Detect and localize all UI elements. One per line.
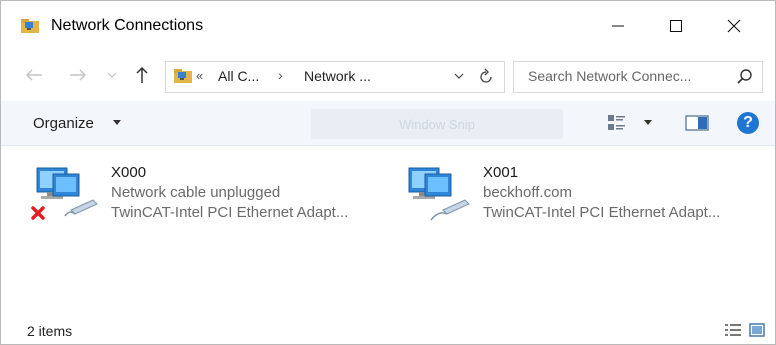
chevron-down-icon xyxy=(107,72,117,78)
back-button[interactable] xyxy=(23,61,45,89)
breadcrumb-overflow[interactable]: « xyxy=(196,68,203,83)
connection-adapter: TwinCAT-Intel PCI Ethernet Adapt... xyxy=(111,204,349,221)
recent-locations-button[interactable] xyxy=(105,61,119,89)
breadcrumb-network[interactable]: Network ... xyxy=(304,68,371,84)
connection-name: X000 xyxy=(111,164,147,181)
item-count: 2 items xyxy=(27,323,73,339)
title-bar[interactable]: Network Connections xyxy=(1,1,775,51)
network-folder-icon xyxy=(174,69,192,83)
network-adapter-disconnected-icon xyxy=(31,167,98,220)
refresh-icon xyxy=(480,68,492,83)
address-row: « All C... › Network ... Search Network … xyxy=(1,51,775,99)
address-bar[interactable]: « All C... › Network ... xyxy=(165,61,505,93)
network-adapter-icon xyxy=(408,167,470,221)
arrow-right-icon xyxy=(70,69,86,81)
search-icon[interactable] xyxy=(736,68,754,86)
address-dropdown-button[interactable] xyxy=(450,66,468,86)
status-bar: 2 items xyxy=(1,313,775,344)
caret-down-icon[interactable] xyxy=(112,120,122,126)
connection-status: beckhoff.com xyxy=(483,184,572,201)
connection-status: Network cable unplugged xyxy=(111,184,281,201)
minimize-icon xyxy=(612,25,624,27)
connection-item-x000[interactable]: X000 Network cable unplugged TwinCAT-Int… xyxy=(31,158,391,238)
connection-item-x001[interactable]: X001 beckhoff.com TwinCAT-Intel PCI Ethe… xyxy=(403,158,763,238)
change-view-icon[interactable] xyxy=(607,113,627,133)
help-icon[interactable]: ? xyxy=(737,112,759,134)
preview-pane-icon[interactable] xyxy=(685,115,709,131)
maximize-button[interactable] xyxy=(647,1,705,51)
window-snip-overlay: Window Snip xyxy=(311,109,563,139)
chevron-down-icon xyxy=(454,73,464,79)
refresh-button[interactable] xyxy=(476,66,496,86)
connections-list: X000 Network cable unplugged TwinCAT-Int… xyxy=(1,146,775,311)
arrow-left-icon xyxy=(26,69,42,81)
breadcrumb-all-control-panel[interactable]: All C... xyxy=(218,68,259,84)
search-box[interactable]: Search Network Connec... xyxy=(513,61,763,93)
minimize-button[interactable] xyxy=(589,1,647,51)
large-icons-view-icon[interactable] xyxy=(749,323,765,337)
close-icon xyxy=(727,19,741,33)
network-folder-icon xyxy=(21,19,39,33)
caret-down-icon[interactable] xyxy=(643,120,653,126)
window-title: Network Connections xyxy=(51,17,204,34)
organize-button[interactable]: Organize xyxy=(33,115,94,132)
maximize-icon xyxy=(670,20,682,32)
connection-name: X001 xyxy=(483,164,519,181)
close-button[interactable] xyxy=(705,1,763,51)
search-input[interactable]: Search Network Connec... xyxy=(528,68,691,84)
command-bar: Organize Window Snip ? xyxy=(1,101,775,146)
arrow-up-icon xyxy=(136,66,148,83)
breadcrumb-separator[interactable]: › xyxy=(278,67,283,83)
explorer-window: Network Connections « All C... › Network… xyxy=(0,0,776,345)
up-button[interactable] xyxy=(131,61,153,89)
forward-button[interactable] xyxy=(67,61,89,89)
connection-adapter: TwinCAT-Intel PCI Ethernet Adapt... xyxy=(483,204,721,221)
details-view-icon[interactable] xyxy=(725,323,741,337)
